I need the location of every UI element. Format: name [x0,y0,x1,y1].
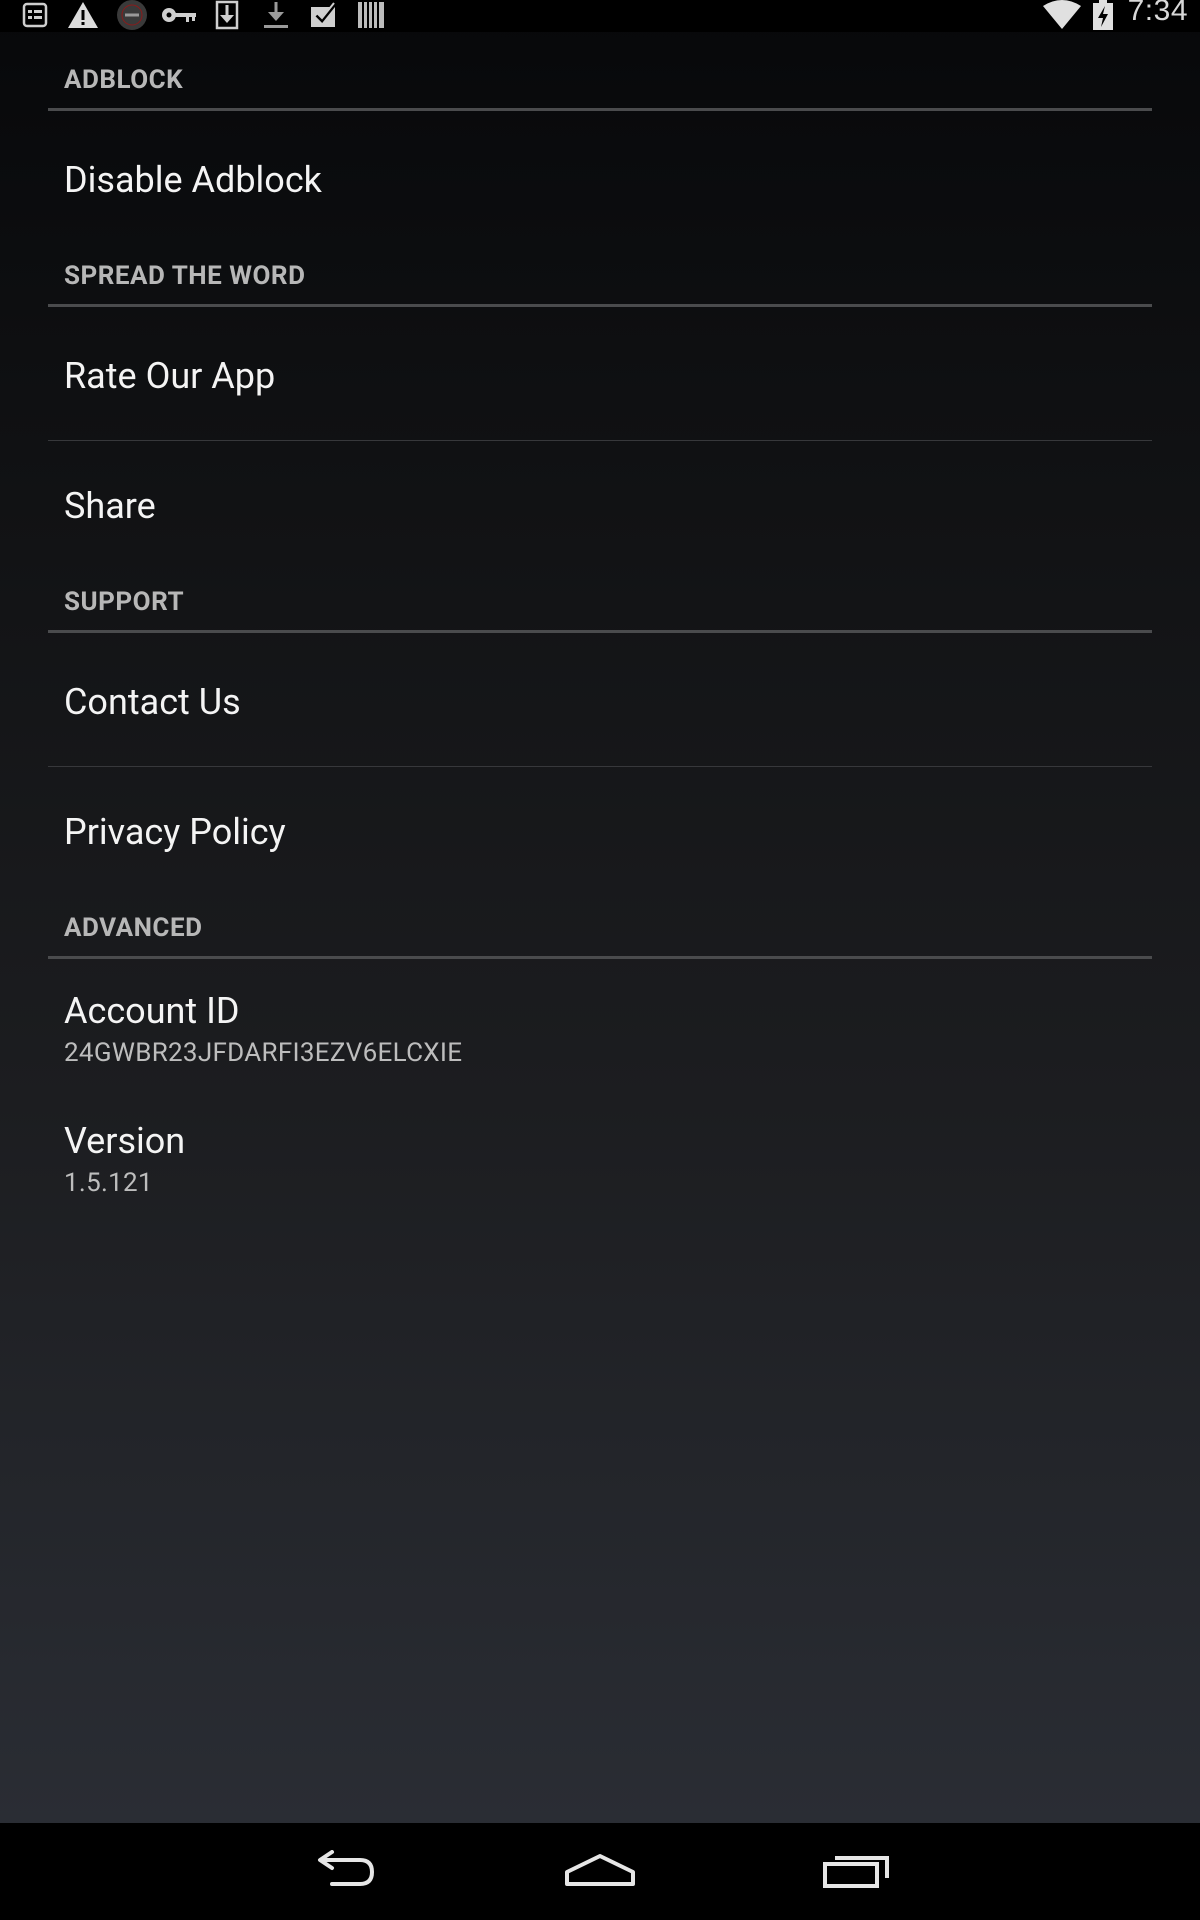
section-divider [48,304,1152,307]
adblock-app-icon [114,0,150,30]
checkbox-icon [308,0,340,30]
pref-title: Version [64,1120,186,1162]
section-header-label: ADBLOCK [64,65,184,95]
privacy-policy-item[interactable]: Privacy Policy [48,767,1152,897]
section-header-label: ADVANCED [64,913,203,943]
pref-title: Disable Adblock [64,159,322,201]
back-icon [308,1849,378,1894]
wifi-icon [1042,0,1082,30]
recent-apps-icon [821,1850,895,1894]
section-header-label: SUPPORT [64,587,185,617]
section-header-advanced: ADVANCED [48,903,1152,959]
pref-title: Privacy Policy [64,811,286,853]
clock: 7:34 [1127,0,1188,27]
pref-title: Account ID [64,990,240,1032]
version-item[interactable]: Version 1.5.121 [48,1093,1152,1221]
pref-title: Share [64,485,156,527]
share-item[interactable]: Share [48,441,1152,571]
battery-charging-icon [1092,0,1114,30]
barcode-icon [356,0,386,30]
home-button[interactable] [530,1823,670,1920]
account-id-value: 24GWBR23JFDARFI3EZV6ELCXIE [64,1038,463,1068]
section-divider [48,108,1152,111]
notes-icon [20,0,50,30]
contact-us-item[interactable]: Contact Us [48,637,1152,765]
pref-title: Contact Us [64,681,241,723]
download-icon [214,0,240,30]
version-value: 1.5.121 [64,1168,153,1198]
section-header-spread-the-word: SPREAD THE WORD [48,251,1152,307]
download-complete-icon [262,0,290,30]
section-divider [48,956,1152,959]
account-id-item[interactable]: Account ID 24GWBR23JFDARFI3EZV6ELCXIE [48,963,1152,1091]
back-button[interactable] [273,1823,413,1920]
pref-title: Rate Our App [64,355,276,397]
rate-our-app-item[interactable]: Rate Our App [48,311,1152,439]
home-icon [563,1850,637,1894]
disable-adblock-item[interactable]: Disable Adblock [48,115,1152,245]
section-header-support: SUPPORT [48,577,1152,633]
section-header-label: SPREAD THE WORD [64,261,306,291]
section-header-adblock: ADBLOCK [48,55,1152,111]
status-bar: 7:34 [0,0,1200,32]
key-icon [160,0,198,30]
navigation-bar [0,1823,1200,1920]
warning-icon [66,0,100,30]
section-divider [48,630,1152,633]
recent-apps-button[interactable] [788,1823,928,1920]
